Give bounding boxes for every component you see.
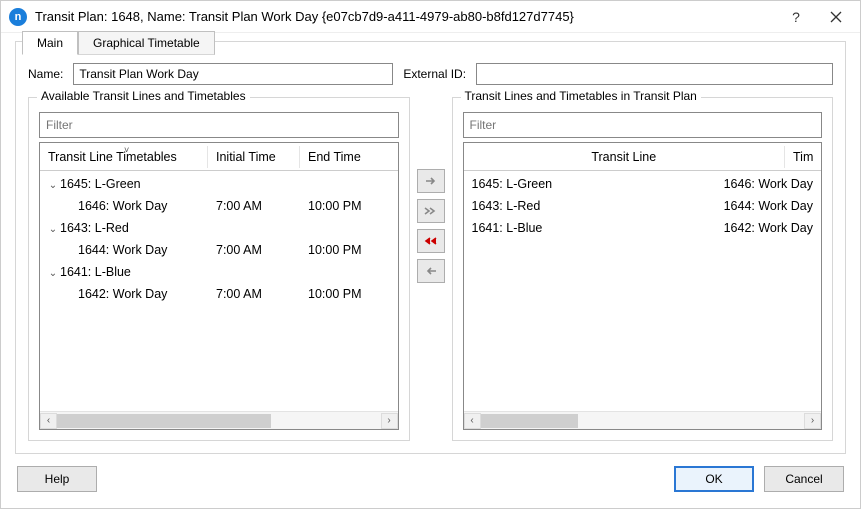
scroll-thumb[interactable] xyxy=(481,414,578,428)
scroll-right-icon[interactable]: › xyxy=(381,413,398,429)
table-row[interactable]: 1644: Work Day 7:00 AM 10:00 PM xyxy=(40,239,398,261)
assigned-filter-input[interactable] xyxy=(463,112,823,138)
close-icon xyxy=(830,11,842,23)
tab-main[interactable]: Main xyxy=(22,31,78,55)
external-id-label: External ID: xyxy=(403,67,466,81)
assigned-body: 1645: L-Green 1646: Work Day 1643: L-Red… xyxy=(464,171,822,411)
scroll-right-icon[interactable]: › xyxy=(804,413,821,429)
expand-toggle-icon[interactable]: ⌄ xyxy=(48,268,58,279)
ok-button[interactable]: OK xyxy=(674,466,754,492)
cancel-button[interactable]: Cancel xyxy=(764,466,844,492)
available-group-title: Available Transit Lines and Timetables xyxy=(37,89,250,103)
col-end-time[interactable]: End Time xyxy=(300,146,398,168)
app-icon: n xyxy=(9,8,27,26)
move-right-button[interactable] xyxy=(417,169,445,193)
titlebar: n Transit Plan: 1648, Name: Transit Plan… xyxy=(1,1,860,33)
available-header: Transit Line Timetables ˅ Initial Time E… xyxy=(40,143,398,171)
table-row[interactable]: ⌄1643: L-Red xyxy=(40,217,398,239)
scroll-track[interactable] xyxy=(481,413,805,429)
name-input[interactable] xyxy=(73,63,393,85)
tab-graphical-timetable[interactable]: Graphical Timetable xyxy=(78,31,215,55)
available-body: ⌄1645: L-Green 1646: Work Day 7:00 AM 10… xyxy=(40,171,398,411)
table-row[interactable]: 1646: Work Day 7:00 AM 10:00 PM xyxy=(40,195,398,217)
close-button[interactable] xyxy=(816,3,856,31)
scroll-track[interactable] xyxy=(57,413,381,429)
groups-row: Available Transit Lines and Timetables T… xyxy=(28,97,833,441)
scroll-left-icon[interactable]: ‹ xyxy=(40,413,57,429)
table-row[interactable]: 1642: Work Day 7:00 AM 10:00 PM xyxy=(40,283,398,305)
table-row[interactable]: 1641: L-Blue 1642: Work Day xyxy=(464,217,822,239)
expand-toggle-icon[interactable]: ⌄ xyxy=(48,180,58,191)
table-row[interactable]: ⌄1645: L-Green xyxy=(40,173,398,195)
help-button[interactable]: Help xyxy=(17,466,97,492)
double-arrow-left-icon xyxy=(424,236,438,246)
assigned-group: Transit Lines and Timetables in Transit … xyxy=(452,97,834,441)
button-bar: Help OK Cancel xyxy=(1,454,860,508)
external-id-input[interactable] xyxy=(476,63,833,85)
available-horizontal-scrollbar[interactable]: ‹ › xyxy=(40,411,398,429)
scroll-left-icon[interactable]: ‹ xyxy=(464,413,481,429)
window-title: Transit Plan: 1648, Name: Transit Plan W… xyxy=(35,9,776,24)
col-initial-time[interactable]: Initial Time xyxy=(208,146,300,168)
move-left-button[interactable] xyxy=(417,259,445,283)
content-frame: Main Graphical Timetable Name: External … xyxy=(15,41,846,454)
col-transit-line-timetables[interactable]: Transit Line Timetables ˅ xyxy=(40,146,208,168)
double-arrow-right-icon xyxy=(424,206,438,216)
sort-indicator-icon: ˅ xyxy=(124,145,129,155)
assigned-horizontal-scrollbar[interactable]: ‹ › xyxy=(464,411,822,429)
table-row[interactable]: ⌄1641: L-Blue xyxy=(40,261,398,283)
move-all-left-button[interactable] xyxy=(417,229,445,253)
available-filter-input[interactable] xyxy=(39,112,399,138)
available-table: Transit Line Timetables ˅ Initial Time E… xyxy=(39,142,399,430)
col-transit-line[interactable]: Transit Line xyxy=(464,146,786,168)
assigned-header: Transit Line Tim xyxy=(464,143,822,171)
help-button[interactable]: ? xyxy=(776,3,816,31)
move-buttons xyxy=(410,97,452,441)
assigned-table: Transit Line Tim 1645: L-Green 1646: Wor… xyxy=(463,142,823,430)
table-row[interactable]: 1643: L-Red 1644: Work Day xyxy=(464,195,822,217)
arrow-left-icon xyxy=(425,266,437,276)
scroll-thumb[interactable] xyxy=(57,414,271,428)
available-group: Available Transit Lines and Timetables T… xyxy=(28,97,410,441)
arrow-right-icon xyxy=(425,176,437,186)
assigned-group-title: Transit Lines and Timetables in Transit … xyxy=(461,89,701,103)
expand-toggle-icon[interactable]: ⌄ xyxy=(48,224,58,235)
name-label: Name: xyxy=(28,67,63,81)
tab-strip: Main Graphical Timetable xyxy=(22,31,827,55)
form-row: Name: External ID: xyxy=(28,63,833,85)
move-all-right-button[interactable] xyxy=(417,199,445,223)
col-timetable-partial[interactable]: Tim xyxy=(785,146,821,168)
table-row[interactable]: 1645: L-Green 1646: Work Day xyxy=(464,173,822,195)
